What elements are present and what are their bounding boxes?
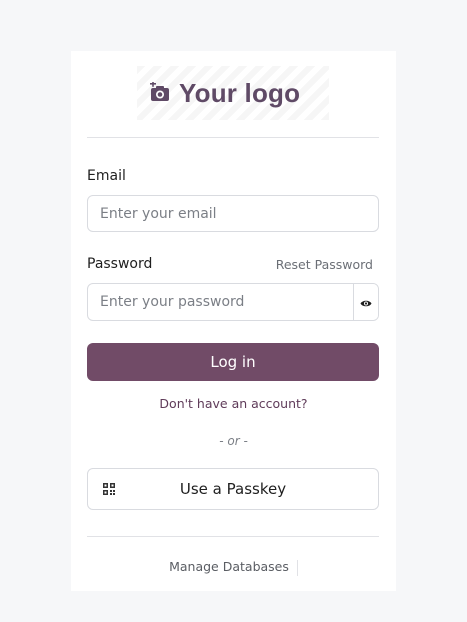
email-field[interactable]: Enter your email bbox=[87, 195, 379, 232]
logo-text: Your logo bbox=[179, 77, 301, 108]
eye-icon bbox=[360, 293, 372, 312]
email-placeholder: Enter your email bbox=[100, 205, 217, 222]
email-label: Email bbox=[87, 168, 126, 184]
password-placeholder: Enter your password bbox=[100, 294, 245, 310]
or-separator: - or - bbox=[219, 434, 248, 448]
signup-link[interactable]: Don't have an account? bbox=[71, 396, 396, 411]
footer-divider bbox=[87, 536, 379, 537]
header-divider bbox=[87, 137, 379, 138]
passkey-button-label: Use a Passkey bbox=[179, 480, 287, 498]
passkey-button[interactable]: Use a Passkey bbox=[87, 468, 379, 510]
login-button-label: Log in bbox=[210, 353, 256, 371]
password-label: Password bbox=[87, 256, 153, 272]
password-field[interactable]: Enter your password bbox=[88, 284, 353, 320]
camera-plus-icon bbox=[149, 82, 171, 104]
logo: Your logo bbox=[149, 75, 300, 111]
login-card: Your logo Email Enter your email Passwor… bbox=[71, 51, 396, 591]
password-field-group: Enter your password bbox=[87, 283, 379, 321]
login-button[interactable]: Log in bbox=[87, 343, 379, 381]
reset-password-link[interactable]: Reset Password bbox=[276, 257, 373, 272]
show-password-button[interactable] bbox=[353, 284, 378, 320]
footer-links: Manage Databases bbox=[71, 559, 396, 576]
qr-code-icon bbox=[102, 482, 116, 496]
logo-container: Your logo bbox=[137, 66, 329, 120]
footer-separator bbox=[296, 559, 298, 576]
manage-databases-link[interactable]: Manage Databases bbox=[169, 559, 289, 574]
